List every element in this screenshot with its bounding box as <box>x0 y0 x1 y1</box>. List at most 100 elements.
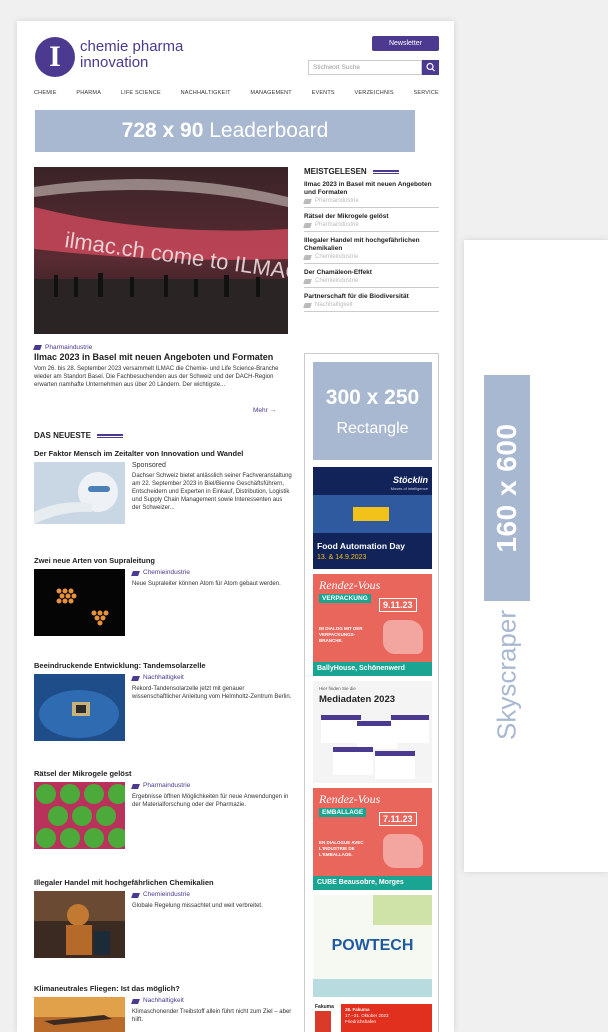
tag-icon <box>131 998 140 1004</box>
article-title[interactable]: Beeindruckende Entwicklung: Tandemsolarz… <box>34 661 292 670</box>
article-card[interactable]: Der Faktor Mensch im Zeitalter von Innov… <box>34 449 292 524</box>
ad-text: EN DIALOGUE AVEC L'INDUSTRIE DE L'EMBALL… <box>319 840 364 857</box>
most-read-category[interactable]: Pharmaindustrie <box>315 198 359 204</box>
nav-item-management[interactable]: MANAGEMENT <box>250 90 291 96</box>
article-category[interactable]: Chemieindustrie <box>131 891 263 899</box>
tag-icon <box>303 302 312 308</box>
most-read-title[interactable]: Rätsel der Mikrogele gelöst <box>304 213 439 221</box>
article-card[interactable]: Klimaneutrales Fliegen: Ist das möglich?… <box>34 984 292 1032</box>
article-image-superconductor[interactable] <box>34 569 125 636</box>
leaderboard-size: 728 x 90 <box>121 119 204 142</box>
article-card[interactable]: Rätsel der Mikrogele gelöst Pharmaindust… <box>34 769 292 849</box>
nav-item-events[interactable]: EVENTS <box>312 90 335 96</box>
search-button[interactable] <box>422 60 439 75</box>
most-read-heading: MEISTGELESEN <box>304 167 439 176</box>
article-image-robot[interactable] <box>34 462 125 524</box>
article-category[interactable]: Pharmaindustrie <box>131 782 292 790</box>
ad-title: Rendez-Vous <box>319 578 381 592</box>
search-input[interactable]: Stichwort Suche <box>308 60 422 75</box>
article-category[interactable]: Chemieindustrie <box>131 569 281 577</box>
logo-line-2: innovation <box>80 54 149 71</box>
ad-rendez-vous-verpackung[interactable]: Rendez-Vous VERPACKUNG 9.11.23 IM DIALOG… <box>313 574 432 676</box>
article-card[interactable]: Zwei neue Arten von Supraleitung Chemiei… <box>34 556 292 636</box>
article-image-microgels[interactable] <box>34 782 125 849</box>
most-read-title[interactable]: Der Chamäleon-Effekt <box>304 269 439 277</box>
ad-badge: VERPACKUNG <box>319 594 371 603</box>
article-title[interactable]: Illegaler Handel mit hochgefährlichen Ch… <box>34 878 292 887</box>
nav-item-life-science[interactable]: LIFE SCIENCE <box>121 90 161 96</box>
most-read-item[interactable]: Illegaler Handel mit hochgefährlichen Ch… <box>303 232 439 264</box>
more-link[interactable]: Mehr → <box>253 407 276 414</box>
tag-icon <box>303 222 312 228</box>
ad-badge: EMBALLAGE <box>319 808 367 817</box>
article-category[interactable]: Nachhaltigkeit <box>131 997 292 1005</box>
nav-item-pharma[interactable]: PHARMA <box>76 90 101 96</box>
most-read-category[interactable]: Chemieindustrie <box>315 254 358 260</box>
ad-mediadaten[interactable]: Hier finden Sie die Mediadaten 2023 <box>313 681 432 783</box>
logo-line-1: chemie pharma <box>80 38 184 55</box>
most-read-title[interactable]: Partnerschaft für die Biodiversität <box>304 293 439 301</box>
tag-icon <box>131 892 140 898</box>
hero-category[interactable]: Pharmaindustrie <box>33 344 92 351</box>
article-image-plane[interactable] <box>34 997 125 1032</box>
nav-item-nachhaltigkeit[interactable]: NACHHALTIGKEIT <box>181 90 231 96</box>
article-card[interactable]: Illegaler Handel mit hochgefährlichen Ch… <box>34 878 292 958</box>
logo-wordmark[interactable]: chemie pharma innovation <box>80 39 183 71</box>
hero-image[interactable]: ilmac.ch come to ILMAC | M <box>34 167 288 334</box>
tag-icon <box>303 198 312 204</box>
tag-icon <box>303 278 312 284</box>
skyscraper-ad-card[interactable]: 160 x 600 Skyscraper <box>464 240 608 872</box>
search-icon <box>426 62 435 72</box>
most-read-category[interactable]: Nachhaltigkeit <box>315 302 353 308</box>
article-category[interactable]: Nachhaltigkeit <box>131 674 292 682</box>
tag-icon <box>131 570 140 576</box>
article-text: Neue Supraleiter können Atom für Atom ge… <box>132 581 281 587</box>
skyscraper-size: 160 x 600 <box>491 423 522 553</box>
tag-icon <box>303 254 312 260</box>
most-read-category[interactable]: Pharmaindustrie <box>315 222 359 228</box>
most-read-item[interactable]: Ilmac 2023 in Basel mit neuen Angeboten … <box>303 176 439 208</box>
leaderboard-label: Leaderboard <box>209 119 329 142</box>
article-image-chemicals[interactable] <box>34 891 125 958</box>
ad-dates: 13. & 14.9.2023 <box>317 554 367 561</box>
hero-title[interactable]: Ilmac 2023 in Basel mit neuen Angeboten … <box>34 352 288 362</box>
nav-item-verzeichnis[interactable]: VERZEICHNIS <box>355 90 394 96</box>
ad-powtech[interactable]: POWTECH <box>313 895 432 997</box>
tag-icon <box>33 345 42 350</box>
nav-item-service[interactable]: SERVICE <box>413 90 438 96</box>
article-image-solar-cell[interactable] <box>34 674 125 741</box>
latest-heading: DAS NEUESTE <box>34 431 123 440</box>
most-read-item[interactable]: Der Chamäleon-Effekt Chemieindustrie <box>303 264 439 288</box>
most-read-title[interactable]: Ilmac 2023 in Basel mit neuen Angeboten … <box>304 181 439 197</box>
ad-text: IM DIALOG MIT DER VERPACKUNGS-BRANCHE. <box>319 626 363 643</box>
website-preview: I chemie pharma innovation Newsletter St… <box>17 21 454 1032</box>
ad-line-3: Friedrichshafen <box>345 1019 377 1024</box>
nav-item-chemie[interactable]: CHEMIE <box>34 90 57 96</box>
article-title[interactable]: Klimaneutrales Fliegen: Ist das möglich? <box>34 984 292 993</box>
article-text: Klimaschonender Treibstoff allein führt … <box>132 1009 292 1023</box>
ad-food-automation-day[interactable]: Stöcklin Moves of intelligence Food Auto… <box>313 467 432 569</box>
hero-text: Vom 26. bis 28. September 2023 versammel… <box>34 366 279 388</box>
ad-title: Mediadaten 2023 <box>319 694 396 705</box>
most-read-item[interactable]: Partnerschaft für die Biodiversität Nach… <box>303 288 439 312</box>
article-title[interactable]: Der Faktor Mensch im Zeitalter von Innov… <box>34 449 292 458</box>
skyscraper-label: Skyscraper <box>491 609 522 741</box>
rectangle-ad-placeholder[interactable]: 300 x 250 Rectangle <box>313 362 432 460</box>
newsletter-button[interactable]: Newsletter <box>372 36 439 51</box>
ad-footer: BallyHouse, Schönenwerd <box>313 662 432 676</box>
most-read-section: MEISTGELESEN Ilmac 2023 in Basel mit neu… <box>303 167 439 312</box>
logo-icon[interactable]: I <box>35 37 75 77</box>
article-card[interactable]: Beeindruckende Entwicklung: Tandemsolarz… <box>34 661 292 741</box>
most-read-category[interactable]: Chemieindustrie <box>315 278 358 284</box>
article-title[interactable]: Rätsel der Mikrogele gelöst <box>34 769 292 778</box>
ad-rendez-vous-emballage[interactable]: Rendez-Vous EMBALLAGE 7.11.23 EN DIALOGU… <box>313 788 432 890</box>
ad-fakuma[interactable]: Fakuma 28. Fakuma 17.–21. Oktober 2023 F… <box>313 1002 432 1032</box>
tag-icon <box>131 675 140 681</box>
most-read-item[interactable]: Rätsel der Mikrogele gelöst Pharmaindust… <box>303 208 439 232</box>
most-read-title[interactable]: Illegaler Handel mit hochgefährlichen Ch… <box>304 237 439 253</box>
ad-date: 9.11.23 <box>379 598 417 612</box>
ad-footer: CUBE Beausobre, Morges <box>313 876 432 890</box>
main-navigation: CHEMIE PHARMA LIFE SCIENCE NACHHALTIGKEI… <box>34 90 439 96</box>
leaderboard-ad-placeholder[interactable]: 728 x 90 Leaderboard <box>35 110 415 152</box>
article-title[interactable]: Zwei neue Arten von Supraleitung <box>34 556 292 565</box>
